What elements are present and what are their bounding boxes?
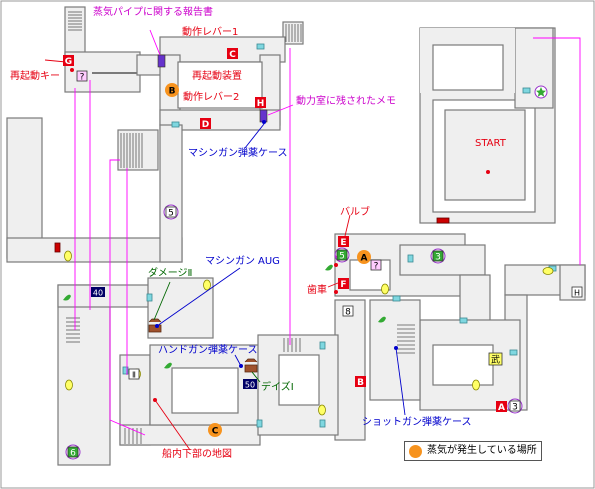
box-50: 50 bbox=[245, 381, 255, 390]
red-door bbox=[54, 242, 61, 253]
box-5b: 5 bbox=[339, 252, 345, 262]
label-start: START bbox=[475, 138, 506, 149]
legend: 蒸気が発生している場所 bbox=[404, 441, 542, 461]
label-machinegun: マシンガン bbox=[205, 256, 255, 267]
box-q1: ? bbox=[80, 73, 85, 83]
box-8: 8 bbox=[345, 308, 351, 318]
box-3: 3 bbox=[435, 253, 441, 263]
label-restart-device: 再起動装置 bbox=[192, 71, 242, 82]
marker-A-orange: A bbox=[361, 254, 368, 264]
box-5: 5 bbox=[168, 209, 174, 219]
label-handgun-ammo-case: ハンドガン弾薬ケース bbox=[158, 345, 258, 356]
marker-B-orange: B bbox=[169, 87, 176, 97]
box-bu: 武 bbox=[491, 354, 500, 366]
marker-G: G bbox=[65, 57, 72, 67]
box-q2: ? bbox=[374, 262, 379, 272]
marker-B-red: B bbox=[357, 378, 364, 388]
box-40: 40 bbox=[93, 289, 103, 298]
label-power-room-memo: 動力室に残されたメモ bbox=[296, 96, 396, 107]
marker-D: D bbox=[202, 120, 209, 130]
label-days-1: デイズⅠ bbox=[261, 382, 294, 393]
marker-C: C bbox=[229, 50, 236, 60]
purple-item-report bbox=[157, 54, 166, 68]
red-door-start bbox=[436, 217, 450, 224]
label-damage-2: ダメージⅡ bbox=[148, 268, 193, 279]
steam-dot-icon bbox=[409, 445, 422, 458]
marker-A-red: A bbox=[498, 403, 505, 413]
marker-C-orange: C bbox=[212, 427, 219, 437]
label-restart-key: 再起動キー bbox=[10, 71, 60, 82]
start-area bbox=[419, 27, 556, 224]
label-operate-lever-2: 動作レバー2 bbox=[183, 92, 240, 103]
label-operate-lever-1: 動作レバー1 bbox=[182, 27, 239, 38]
marker-E: E bbox=[340, 238, 346, 248]
marker-F: F bbox=[340, 280, 346, 290]
label-gear: 歯車 bbox=[307, 285, 327, 296]
box-ha: H bbox=[574, 289, 580, 298]
label-lower-ship-map: 船内下部の地図 bbox=[162, 449, 232, 460]
box-ii: Ⅱ bbox=[132, 371, 136, 380]
ship-map: G C B H D E F A B A C 5 5 3 3 6 8 40 50 … bbox=[0, 0, 595, 489]
label-aug: AUG bbox=[258, 256, 280, 267]
box-3b: 3 bbox=[512, 403, 518, 413]
label-valve: バルブ bbox=[340, 207, 370, 218]
legend-text: 蒸気が発生している場所 bbox=[427, 445, 537, 456]
box-6: 6 bbox=[70, 449, 76, 459]
label-machinegun-ammo-case: マシンガン弾薬ケース bbox=[188, 148, 288, 159]
marker-H: H bbox=[257, 99, 265, 109]
save-point-icon bbox=[534, 85, 548, 99]
label-steam-pipe-report: 蒸気パイプに関する報告書 bbox=[93, 7, 213, 18]
label-shotgun-ammo-case: ショットガン弾薬ケース bbox=[362, 417, 472, 428]
ammo-box-icon bbox=[244, 358, 258, 373]
ammo-box-icon bbox=[148, 318, 162, 333]
